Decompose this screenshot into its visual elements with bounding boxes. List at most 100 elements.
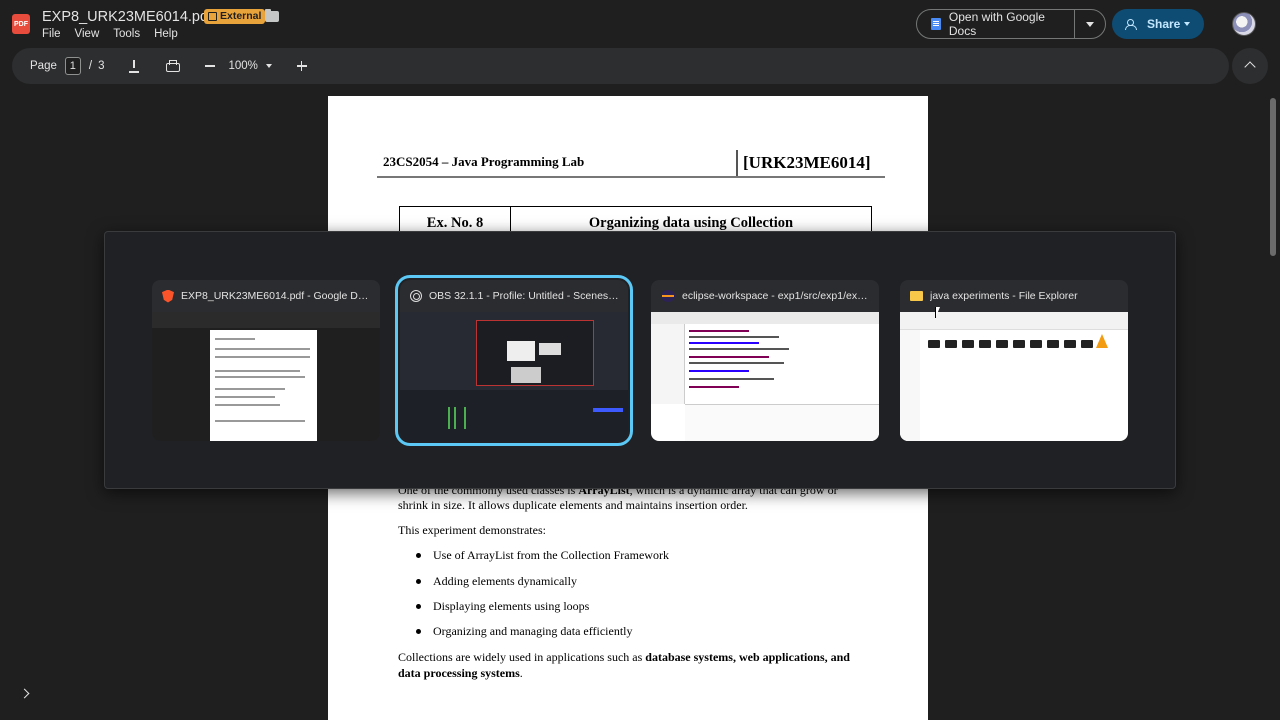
window-card-header: OBS 32.1.1 - Profile: Untitled - Scenes:… (400, 280, 628, 312)
print-icon[interactable] (164, 58, 181, 74)
zoom-level[interactable]: 100% (228, 60, 257, 72)
thumbnail-button (593, 408, 623, 412)
zoom-dropdown-icon[interactable] (265, 64, 272, 68)
thumbnail-meter (448, 407, 450, 429)
pdf-toolbar: Page 1 / 3 100% (12, 48, 1229, 84)
thumbnail-file (1013, 340, 1025, 348)
thumbnail-code-line (689, 370, 749, 372)
thumbnail-page (210, 330, 317, 441)
thumbnail-line (215, 370, 300, 372)
chevron-right-icon[interactable] (19, 686, 33, 700)
list-item: Displaying elements using loops (416, 599, 589, 614)
register-number: [URK23ME6014] (743, 153, 871, 172)
bullet-icon (416, 629, 421, 634)
list-item: Organizing and managing data efficiently (416, 624, 633, 639)
window-card-header: EXP8_URK23ME6014.pdf - Google Drive... (152, 280, 380, 312)
share-label: Share (1147, 17, 1181, 31)
thumbnail-window (507, 341, 535, 361)
thumbnail-file (928, 340, 940, 348)
caret-down-icon (1086, 21, 1095, 27)
thumbnail-line (215, 348, 310, 350)
thumbnail-meter (464, 407, 466, 429)
thumbnail-toolbar (651, 312, 879, 324)
window-switcher: EXP8_URK23ME6014.pdf - Google Drive... O… (104, 231, 1176, 489)
menu-view[interactable]: View (75, 28, 100, 40)
list-item-text: Adding elements dynamically (433, 574, 577, 588)
bullet-icon (416, 553, 421, 558)
window-card-obs[interactable]: OBS 32.1.1 - Profile: Untitled - Scenes:… (395, 275, 633, 446)
thumbnail-sidebar (651, 324, 685, 404)
list-item-text: Organizing and managing data efficiently (433, 624, 633, 638)
share-main[interactable]: Share (1112, 9, 1184, 39)
page-total: 3 (98, 60, 105, 72)
thumbnail-toolbar (152, 312, 380, 328)
window-card-drive[interactable]: EXP8_URK23ME6014.pdf - Google Drive... (152, 280, 380, 441)
thumbnail-line (215, 338, 255, 340)
window-card-explorer[interactable]: java experiments - File Explorer (900, 280, 1128, 441)
course-code: 23CS2054 – Java Programming Lab (383, 154, 585, 169)
thumbnail-file (1081, 340, 1093, 348)
page-label: Page (30, 60, 57, 72)
thumbnail-line (215, 388, 285, 390)
menu-tools[interactable]: Tools (113, 28, 140, 40)
thumbnail-file (1064, 340, 1076, 348)
app-header: PDF EXP8_URK23ME6014.pdf External File V… (0, 0, 1280, 48)
bullet-icon (416, 604, 421, 609)
window-title: java experiments - File Explorer (930, 290, 1078, 302)
paragraph-line: Collections are widely used in applicati… (398, 649, 850, 665)
thumbnail-code-line (689, 348, 789, 350)
scrollbar[interactable] (1270, 98, 1276, 256)
thumbnail-file (979, 340, 991, 348)
paragraph: This experiment demonstrates: (398, 523, 546, 537)
window-thumbnail (400, 312, 628, 441)
thumbnail-file (1047, 340, 1059, 348)
eclipse-icon (661, 290, 675, 302)
thumbnail-code-line (689, 330, 749, 332)
window-title: eclipse-workspace - exp1/src/exp1/ex8.j.… (682, 290, 872, 302)
window-thumbnail (152, 312, 380, 441)
thumbnail-dock (400, 390, 628, 441)
window-card-header: eclipse-workspace - exp1/src/exp1/ex8.j.… (651, 280, 879, 312)
thumbnail-code-line (689, 362, 784, 364)
window-title: OBS 32.1.1 - Profile: Untitled - Scenes:… (429, 290, 619, 302)
thumbnail-file (962, 340, 974, 348)
bullet-icon (416, 579, 421, 584)
thumbnail-file (945, 340, 957, 348)
text-span: Collections are widely used in applicati… (398, 650, 646, 664)
avatar[interactable] (1232, 12, 1256, 36)
menu-file[interactable]: File (42, 28, 61, 40)
list-item-text: Displaying elements using loops (433, 599, 590, 613)
thumbnail-preview (476, 320, 594, 386)
collapse-toolbar-button[interactable] (1232, 48, 1268, 84)
thumbnail-meter (454, 407, 456, 429)
window-thumbnail (900, 312, 1128, 441)
brave-icon (162, 289, 174, 303)
thumbnail-file (996, 340, 1008, 348)
zoom-in-icon[interactable] (294, 58, 310, 74)
window-card-eclipse[interactable]: eclipse-workspace - exp1/src/exp1/ex8.j.… (651, 280, 879, 441)
thumbnail-line (215, 396, 275, 398)
google-docs-icon (931, 18, 941, 30)
download-icon[interactable] (126, 58, 142, 74)
share-caret-icon[interactable] (1184, 22, 1190, 26)
menu-help[interactable]: Help (154, 28, 178, 40)
thumbnail-file (1030, 340, 1042, 348)
external-icon (208, 12, 217, 21)
list-item: Adding elements dynamically (416, 574, 577, 589)
vlc-icon (1096, 334, 1108, 348)
zoom-out-icon[interactable] (202, 58, 218, 74)
external-badge-label: External (220, 10, 262, 22)
open-with-docs-button: Open with Google Docs (916, 9, 1106, 39)
page-number-input[interactable]: 1 (64, 57, 81, 75)
file-name[interactable]: EXP8_URK23ME6014.pdf (42, 9, 212, 25)
text-span: . (519, 666, 523, 680)
thumbnail-window (539, 343, 561, 355)
open-with-docs-label: Open with Google Docs (948, 10, 1045, 38)
thumbnail-line (215, 356, 310, 358)
bold-span: data processing systems (398, 666, 520, 680)
folder-icon[interactable] (265, 9, 279, 22)
thumbnail-code-line (689, 386, 739, 388)
bold-span: database systems, web applications, and (645, 650, 850, 664)
open-with-docs-main[interactable]: Open with Google Docs (917, 10, 1076, 38)
open-with-dropdown[interactable] (1075, 21, 1105, 27)
